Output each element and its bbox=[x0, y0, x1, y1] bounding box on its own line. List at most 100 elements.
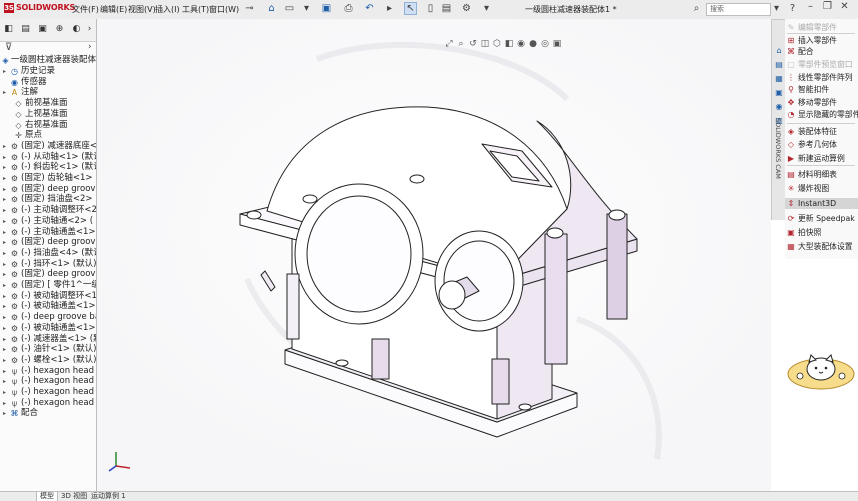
snapshot-command[interactable]: ▣ 拍快照 bbox=[785, 227, 858, 238]
expand-arrow-icon[interactable]: ▸ bbox=[3, 408, 9, 419]
file-explorer-icon[interactable]: ▦ bbox=[774, 74, 784, 84]
expand-arrow-icon[interactable]: ▸ bbox=[3, 141, 9, 152]
menu-file[interactable]: 文件(F) bbox=[72, 4, 99, 15]
filter-icon[interactable]: ⊽ bbox=[5, 42, 12, 53]
reference-geometry-command[interactable]: ◇ 参考几何体 bbox=[785, 139, 858, 150]
expand-arrow-icon[interactable]: ▸ bbox=[3, 66, 9, 77]
save-icon[interactable]: ▣ bbox=[320, 2, 333, 15]
expand-arrow-icon[interactable]: ▸ bbox=[3, 344, 9, 355]
configuration-manager-tab-icon[interactable]: ▣ bbox=[37, 24, 48, 35]
design-library-icon[interactable]: ▤ bbox=[774, 60, 784, 70]
zoom-area-icon[interactable]: ⌕ bbox=[455, 39, 467, 49]
edit-component-command[interactable]: ✎ 编辑零部件 bbox=[785, 22, 858, 33]
cam-vertical-tab[interactable]: SOLIDWORKS CAM bbox=[771, 118, 784, 208]
zoom-to-fit-icon[interactable]: ⤢ bbox=[443, 39, 455, 49]
assembly-feature-command[interactable]: ◈ 装配体特征 bbox=[785, 126, 858, 137]
expand-arrow-icon[interactable]: ▸ bbox=[3, 323, 9, 334]
new-file-icon[interactable]: ▭ bbox=[283, 2, 296, 15]
expand-arrow-icon[interactable]: ▸ bbox=[3, 355, 9, 366]
expand-arrow-icon[interactable]: ▸ bbox=[3, 366, 9, 377]
move-component-command[interactable]: ✥ 移动零部件 bbox=[785, 97, 858, 108]
expand-arrow-icon[interactable]: ▸ bbox=[3, 280, 9, 291]
linear-pattern-command[interactable]: ⋮ 线性零部件阵列 bbox=[785, 72, 858, 83]
view-orientation-icon[interactable]: ⬡ bbox=[491, 39, 503, 49]
display-style-icon[interactable]: ◧ bbox=[503, 39, 515, 49]
bom-command[interactable]: ▤ 材料明细表 bbox=[785, 169, 858, 180]
minimize-icon[interactable]: – bbox=[802, 1, 819, 12]
mate-command[interactable]: ⌘ 配合 bbox=[785, 46, 858, 57]
command-label: Instant3D bbox=[798, 199, 837, 208]
redo-icon[interactable]: ▸ bbox=[383, 2, 396, 15]
expand-arrow-icon[interactable]: ▸ bbox=[3, 376, 9, 387]
menu-view[interactable]: 视图(V) bbox=[128, 4, 156, 15]
expand-arrow-icon[interactable]: ▸ bbox=[3, 387, 9, 398]
expand-arrow-icon[interactable]: ▸ bbox=[3, 248, 9, 259]
menu-window[interactable]: 窗口(W) bbox=[209, 4, 239, 15]
view-palette-icon[interactable]: ▣ bbox=[774, 88, 784, 98]
help-search-icon[interactable]: ⌕ bbox=[690, 2, 703, 15]
print-icon[interactable]: ⎙ bbox=[342, 2, 355, 15]
expand-arrow-icon[interactable]: ▸ bbox=[3, 227, 9, 238]
feature-manager-tab-icon[interactable]: ◧ bbox=[3, 24, 14, 35]
pin-icon[interactable]: ⊸ bbox=[243, 2, 256, 15]
expand-arrow-icon[interactable]: ▸ bbox=[3, 205, 9, 216]
property-manager-tab-icon[interactable]: ▤ bbox=[20, 24, 31, 35]
speedpak-command[interactable]: ⟳ 更新 Speedpak bbox=[785, 213, 858, 224]
smart-fastener-command[interactable]: ⚲ 智能扣件 bbox=[785, 84, 858, 95]
select-arrow-icon[interactable]: ↖ bbox=[404, 2, 417, 15]
expand-arrow-icon[interactable]: ▸ bbox=[3, 237, 9, 248]
edit-appearance-icon[interactable]: ● bbox=[527, 39, 539, 49]
exploded-view-command[interactable]: ✳ 爆炸视图 bbox=[785, 183, 858, 194]
expand-arrow-icon[interactable]: ▸ bbox=[3, 334, 9, 345]
expand-arrow-icon[interactable]: ▸ bbox=[3, 152, 9, 163]
graphics-viewport[interactable]: ⤢ ⌕ ↺ ◫ ⬡ ◧ ◉ ● ◎ ▣ bbox=[97, 19, 771, 491]
home-icon[interactable]: ⌂ bbox=[265, 2, 278, 15]
solidworks-resources-icon[interactable]: ⌂ bbox=[774, 46, 784, 56]
dropdown-arrow-icon[interactable]: ▾ bbox=[480, 2, 493, 15]
expand-arrow-icon[interactable]: ▸ bbox=[3, 162, 9, 173]
apply-scene-icon[interactable]: ◎ bbox=[539, 39, 551, 49]
expand-arrow-icon[interactable]: ▸ bbox=[3, 259, 9, 270]
menu-edit[interactable]: 编辑(E) bbox=[100, 4, 127, 15]
collapse-arrow-icon[interactable]: › bbox=[88, 42, 92, 52]
expand-arrow-icon[interactable]: ▸ bbox=[3, 291, 9, 302]
expand-arrow-icon[interactable]: ▸ bbox=[3, 312, 9, 323]
insert-component-command[interactable]: ⊞ 插入零部件 bbox=[785, 35, 858, 46]
expand-arrow-icon[interactable]: ▸ bbox=[3, 269, 9, 280]
large-assembly-command[interactable]: ▦ 大型装配体设置 bbox=[785, 241, 858, 252]
help-icon[interactable]: ? bbox=[786, 2, 799, 15]
instant3d-command[interactable]: ⇕ Instant3D bbox=[785, 198, 858, 209]
close-icon[interactable]: ✕ bbox=[836, 1, 853, 12]
show-hidden-command[interactable]: ◔ 显示隐藏的零部件 bbox=[785, 109, 858, 120]
part-icon: ⚙ bbox=[10, 270, 19, 280]
motion-study-command[interactable]: ▶ 新建运动算例 bbox=[785, 153, 858, 164]
search-input[interactable]: 搜索 bbox=[706, 3, 771, 16]
expand-arrow-icon[interactable]: ▸ bbox=[3, 301, 9, 312]
tabs-more-icon[interactable]: › bbox=[84, 24, 95, 35]
dimxpert-tab-icon[interactable]: ⊕ bbox=[54, 24, 65, 35]
menu-insert[interactable]: 插入(I) bbox=[155, 4, 180, 15]
expand-arrow-icon[interactable]: ▸ bbox=[3, 398, 9, 409]
expand-arrow-icon[interactable]: ▸ bbox=[3, 87, 9, 98]
undo-icon[interactable]: ↶ bbox=[363, 2, 376, 15]
expand-arrow-icon[interactable]: ▸ bbox=[3, 216, 9, 227]
view-settings-icon[interactable]: ▣ bbox=[551, 39, 563, 49]
expand-arrow-icon[interactable]: ▸ bbox=[3, 184, 9, 195]
preview-window-command[interactable]: ▢ 零部件预览窗口 bbox=[785, 59, 858, 70]
solidworks-logo[interactable]: 3S SOLIDWORKS bbox=[4, 3, 75, 16]
command-label: 编辑零部件 bbox=[798, 23, 837, 32]
expand-arrow-icon[interactable]: ▸ bbox=[3, 173, 9, 184]
expand-arrow-icon[interactable]: ▸ bbox=[3, 194, 9, 205]
hide-show-items-icon[interactable]: ◉ bbox=[515, 39, 527, 49]
restore-icon[interactable]: ❐ bbox=[819, 1, 836, 12]
appearances-icon[interactable]: ◉ bbox=[774, 102, 784, 112]
open-file-icon[interactable]: ▾ bbox=[300, 2, 313, 15]
options-gear-icon[interactable]: ⚙ bbox=[460, 2, 473, 15]
previous-view-icon[interactable]: ↺ bbox=[467, 39, 479, 49]
rebuild-icon[interactable]: ▯ bbox=[424, 2, 437, 15]
search-go-icon[interactable]: ▾ bbox=[770, 2, 783, 15]
menu-tools[interactable]: 工具(T) bbox=[182, 4, 209, 15]
display-manager-tab-icon[interactable]: ◐ bbox=[71, 24, 82, 35]
section-view-icon[interactable]: ◫ bbox=[479, 39, 491, 49]
file-properties-icon[interactable]: ▤ bbox=[440, 2, 453, 15]
